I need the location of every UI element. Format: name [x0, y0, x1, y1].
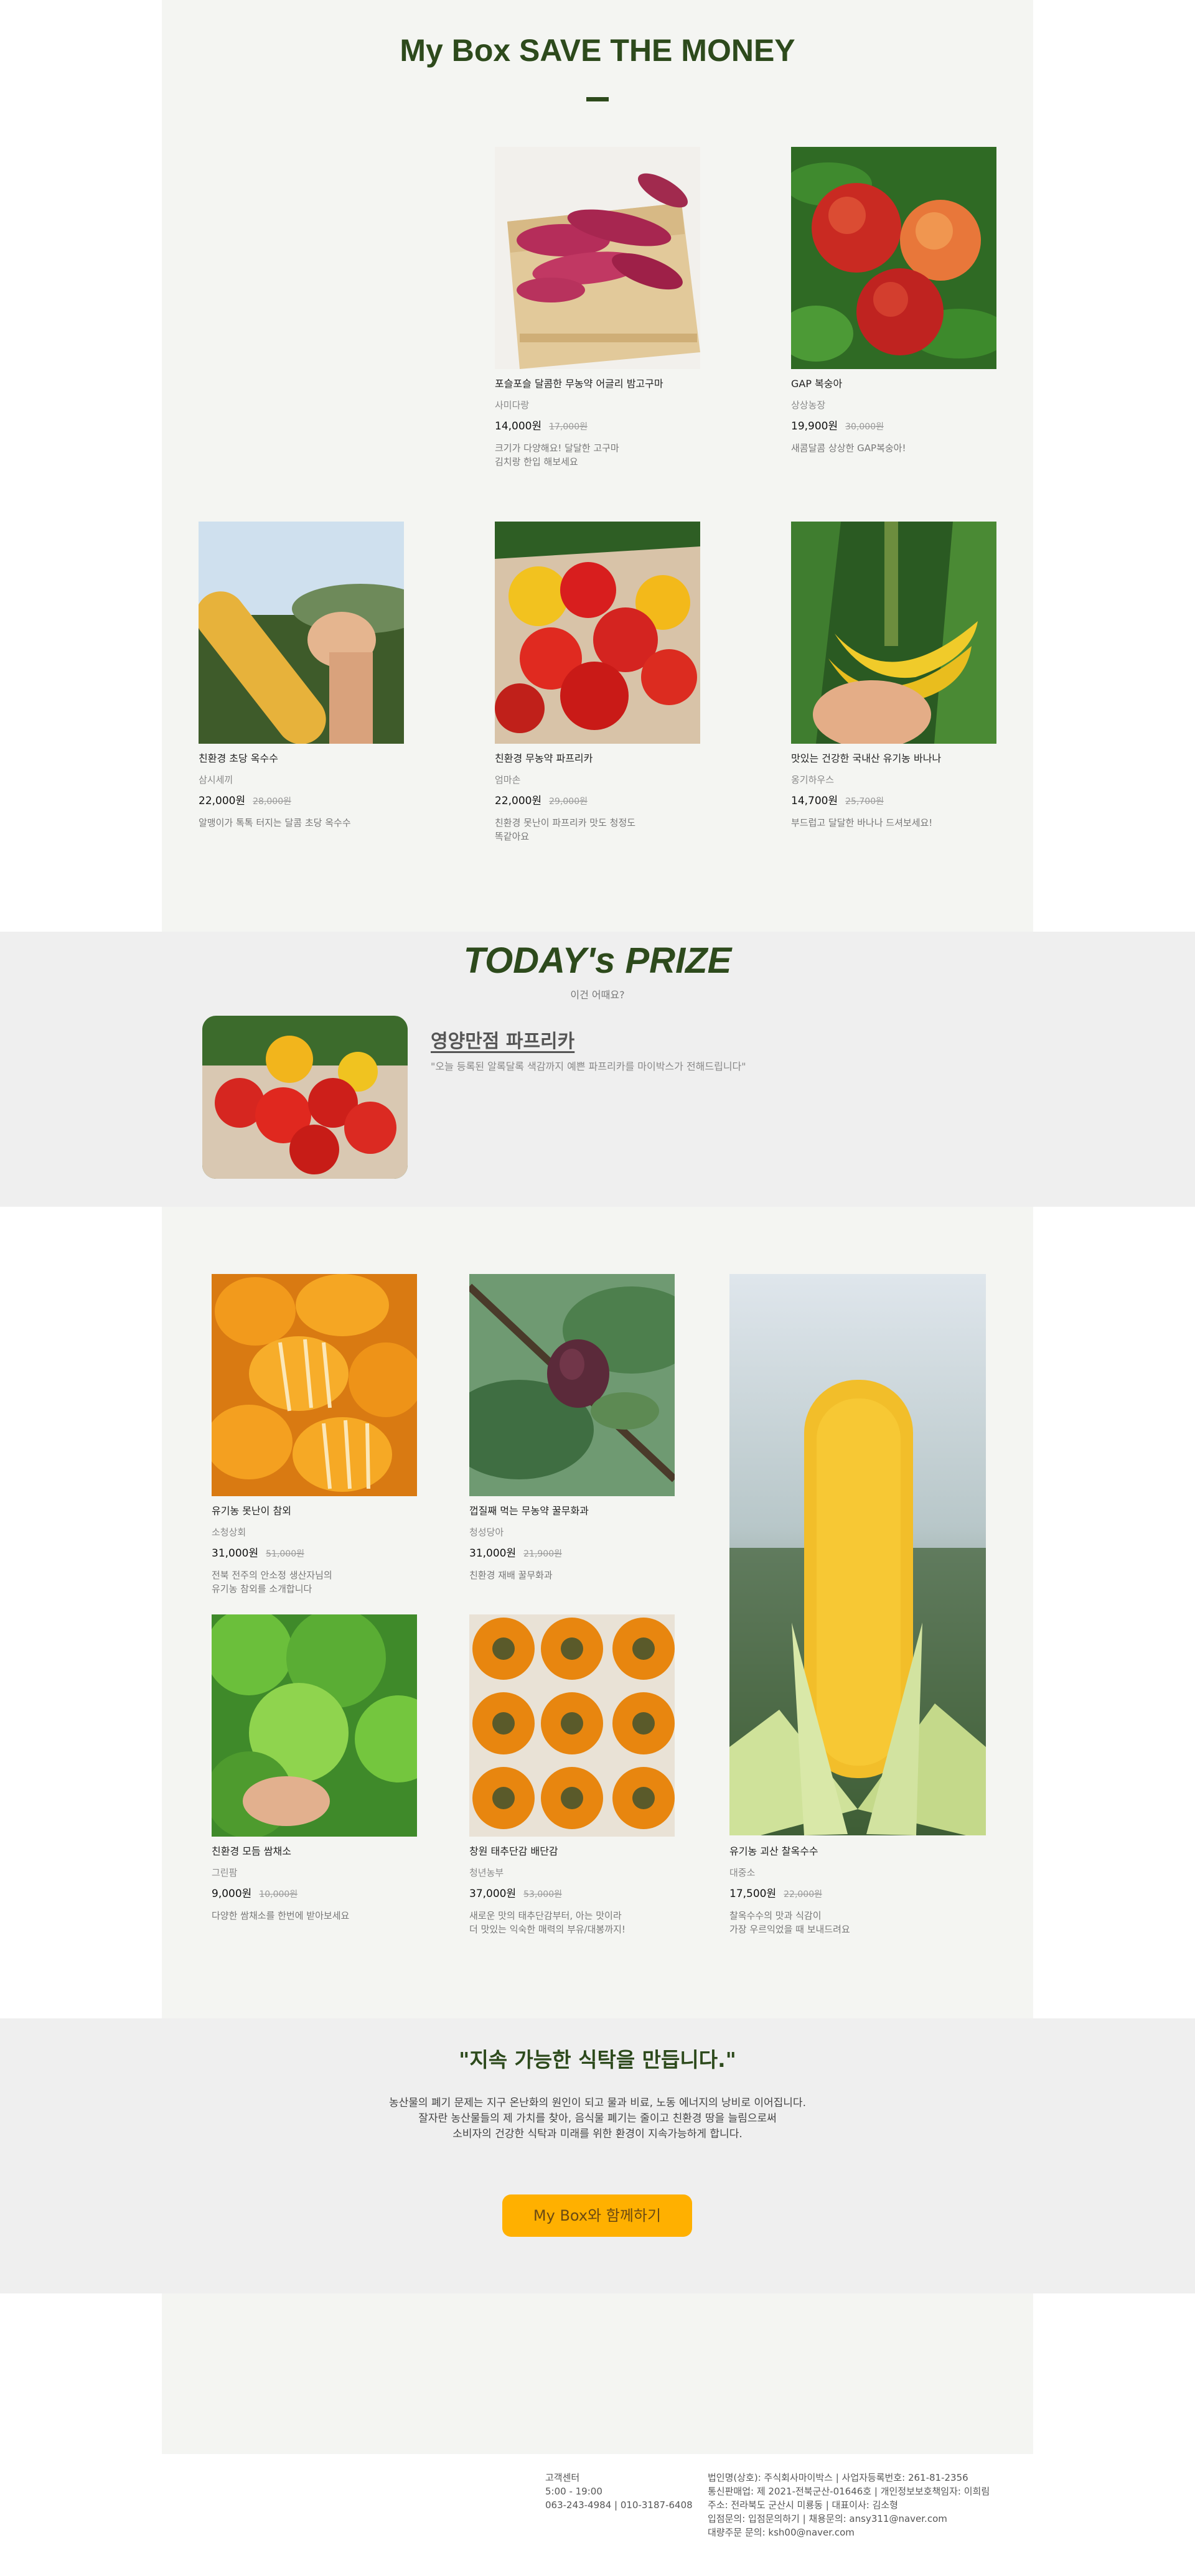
- product-price: 22,000원: [495, 795, 542, 807]
- product-price: 37,000원: [469, 1888, 517, 1900]
- product-farm: 옹기하우스: [791, 774, 835, 785]
- spacer-section-bg: [162, 2293, 1033, 2454]
- sweet-potato-image: [495, 147, 700, 369]
- mission-quote: "지속 가능한 식탁을 만듭니다.": [459, 2048, 736, 2072]
- product-description: 알맹이가 톡톡 터지는 달콤 초당 옥수수: [199, 817, 351, 828]
- product-name: 친환경 모듬 쌈채소: [212, 1845, 291, 1857]
- product-farm: 사미다랑: [495, 400, 530, 411]
- product-description: 새로운 맛의 태추단감부터, 아는 맛이라 더 맛있는 익숙한 매력의 부유/대…: [469, 1910, 626, 1935]
- product-original-price: 21,900원: [523, 1549, 562, 1559]
- join-my-box-button[interactable]: My Box와 함께하기: [502, 2194, 692, 2237]
- paprika-image: [495, 522, 700, 744]
- footer-cs-hours: 5:00 - 19:00: [545, 2486, 602, 2497]
- persimmon-image: [469, 1614, 675, 1837]
- mission-line: 잘자란 농산물들의 제 가치를 찾아, 음식물 폐기는 줄이고 친환경 땅을 늘…: [418, 2112, 777, 2125]
- product-farm: 소청상회: [212, 1527, 246, 1538]
- product-price: 22,000원: [199, 795, 246, 807]
- prize-subtitle: 이건 어때요?: [570, 989, 625, 1001]
- prize-title: TODAY's PRIZE: [463, 940, 732, 981]
- product-price: 14,000원: [495, 420, 542, 433]
- product-name: 창원 태추단감 배단감: [469, 1845, 558, 1857]
- product-name: 포슬포슬 달콤한 무농약 어글리 밤고구마: [495, 378, 663, 390]
- product-farm: 그린팜: [212, 1867, 238, 1878]
- product-original-price: 17,000원: [549, 422, 588, 432]
- product-description: 새콤달콤 상상한 GAP복숭아!: [791, 443, 906, 454]
- product-farm: 엄마손: [495, 774, 521, 785]
- product-original-price: 28,000원: [253, 797, 291, 807]
- product-description: 친환경 재배 꿀무화과: [469, 1570, 553, 1581]
- prize-product-link[interactable]: 영양만점 파프리카: [431, 1026, 574, 1053]
- product-original-price: 25,700원: [845, 797, 884, 807]
- product-name: 맛있는 건강한 국내산 유기농 바나나: [791, 752, 942, 764]
- product-name: 유기농 못난이 참외: [212, 1505, 291, 1517]
- section-title: My Box SAVE THE MONEY: [400, 33, 795, 68]
- product-farm: 대중소: [729, 1867, 756, 1878]
- product-price: 14,700원: [791, 795, 838, 807]
- footer-company-line: 주소: 전라북도 군산시 미룡동 | 대표이사: 김소형: [708, 2499, 898, 2511]
- melon-image: [212, 1274, 417, 1496]
- product-description: 친환경 못난이 파프리카 맛도 청정도 똑같아요: [495, 817, 636, 842]
- product-farm: 삼시세끼: [199, 774, 233, 785]
- footer-company-line[interactable]: 입점문의: 입점문의하기 | 채용문의: ansy311@naver.com: [708, 2512, 990, 2526]
- product-farm: 상상농장: [791, 400, 826, 411]
- footer-company-info: 법인명(상호): 주식회사마이박스 | 사업자등록번호: 261-81-2356…: [708, 2471, 990, 2539]
- product-price: 17,500원: [729, 1888, 777, 1900]
- footer-cs-title: 고객센터: [545, 2472, 580, 2483]
- lettuce-image: [212, 1614, 417, 1837]
- product-name: GAP 복숭아: [791, 378, 843, 390]
- prize-description: "오늘 등록된 알록달록 색감까지 예쁜 파프리카를 마이박스가 전해드립니다": [431, 1061, 746, 1072]
- product-name: 껍질째 먹는 무농약 꿀무화과: [469, 1505, 589, 1517]
- footer-customer-center: 고객센터 5:00 - 19:00 063-243-4984 | 010-318…: [545, 2471, 693, 2512]
- corn-closeup-image[interactable]: [729, 1274, 986, 1835]
- product-price: 31,000원: [212, 1547, 259, 1560]
- product-description: 부드럽고 달달한 바나나 드셔보세요!: [791, 817, 933, 828]
- product-price: 31,000원: [469, 1547, 517, 1560]
- product-original-price: 53,000원: [523, 1890, 562, 1899]
- product-farm: 청년농부: [469, 1867, 504, 1878]
- mission-line: 농산물의 폐기 문제는 지구 온난화의 원인이 되고 물과 비료, 노동 에너지…: [389, 2097, 806, 2109]
- mission-text: 농산물의 폐기 문제는 지구 온난화의 원인이 되고 물과 비료, 노동 에너지…: [0, 2096, 1195, 2142]
- title-underline: [586, 97, 609, 101]
- product-name: 친환경 무농약 파프리카: [495, 752, 593, 764]
- product-original-price: 22,000원: [784, 1890, 822, 1899]
- banana-image: [791, 522, 996, 744]
- footer-company-line: 통신판매업: 제 2021-전북군산-01646호 | 개인정보보호책임자: 이…: [708, 2486, 990, 2497]
- product-name: 친환경 초당 옥수수: [199, 752, 278, 764]
- footer-cs-phone: 063-243-4984 | 010-3187-6408: [545, 2499, 693, 2511]
- product-name: 유기농 괴산 찰옥수수: [729, 1845, 818, 1857]
- footer-company-line: 법인명(상호): 주식회사마이박스 | 사업자등록번호: 261-81-2356: [708, 2472, 968, 2483]
- product-description: 크기가 다양해요! 달달한 고구마 김치랑 한입 해보세요: [495, 443, 619, 467]
- fig-image: [469, 1274, 675, 1496]
- product-price: 19,900원: [791, 420, 838, 433]
- product-original-price: 10,000원: [259, 1890, 298, 1899]
- prize-paprika-image[interactable]: [202, 1016, 408, 1179]
- product-description: 다양한 쌈채소를 한번에 받아보세요: [212, 1910, 350, 1921]
- product-original-price: 30,000원: [845, 422, 884, 432]
- peaches-image: [791, 147, 996, 369]
- product-price: 9,000원: [212, 1888, 252, 1900]
- product-farm: 청성당아: [469, 1527, 504, 1538]
- product-original-price: 51,000원: [266, 1549, 304, 1559]
- product-description: 전북 전주의 안소정 생산자님의 유기농 참외를 소개합니다: [212, 1570, 332, 1595]
- product-original-price: 29,000원: [549, 797, 588, 807]
- mission-line: 소비자의 건강한 식탁과 미래를 위한 환경이 지속가능하게 합니다.: [452, 2128, 743, 2140]
- corn-image: [199, 522, 404, 744]
- footer-company-line[interactable]: 대량주문 문의: ksh00@naver.com: [708, 2526, 990, 2539]
- product-description: 찰옥수수의 맛과 식감이 가장 우르익었을 때 보내드려요: [729, 1910, 850, 1935]
